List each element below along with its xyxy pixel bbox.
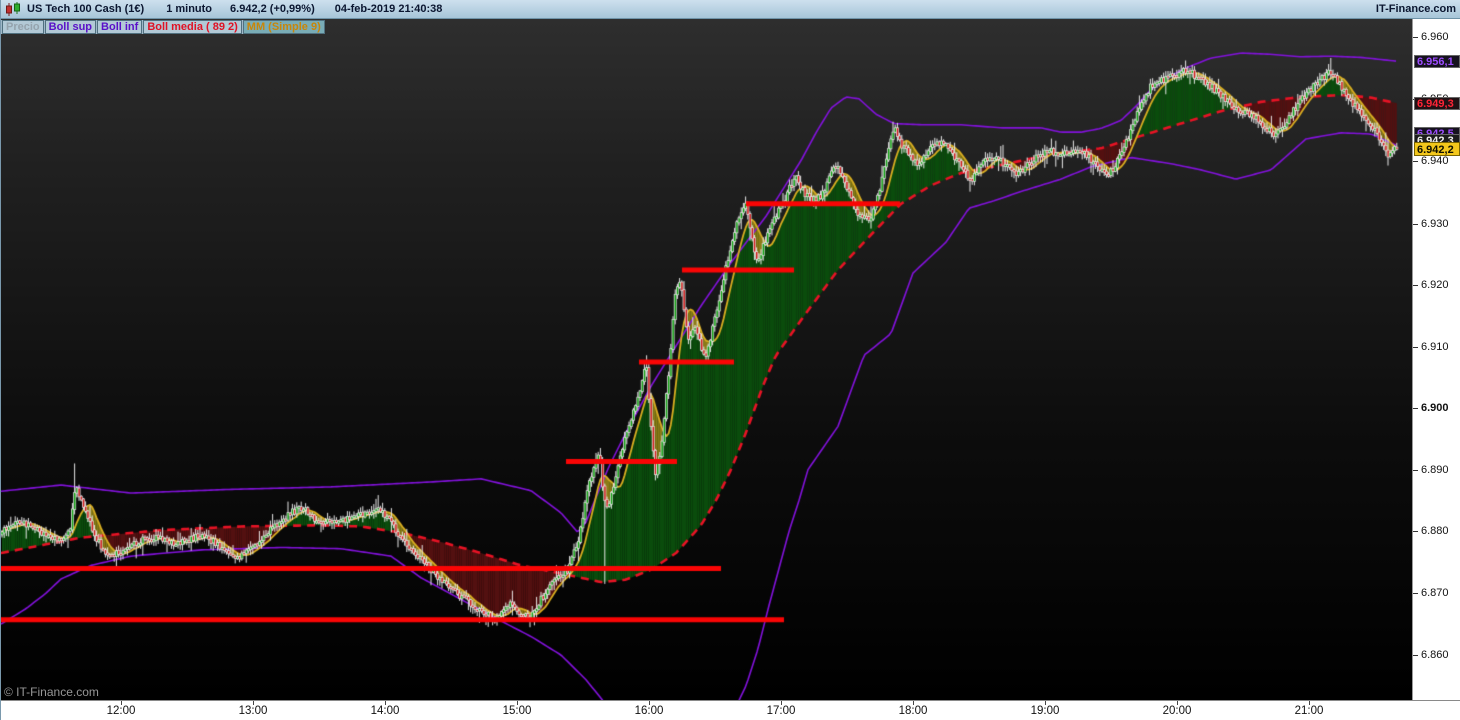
price-tick-label: 6.910 [1421,341,1449,353]
legend-item-boll[interactable]: Boll media ( 89 2) [143,20,242,34]
trading-platform-window: US Tech 100 Cash (1€) 1 minuto 6.942,2 (… [0,0,1460,720]
price-tag-boll-media: 6.949,3 [1414,97,1460,110]
timeframe-label: 1 minuto [166,3,213,15]
time-tick-label: 16:00 [634,705,664,717]
legend-item-boll[interactable]: Boll sup [44,20,97,34]
price-axis[interactable]: 6.9606.9506.9406.9306.9206.9106.9006.890… [1412,19,1460,700]
indicator-legend: Precio Boll sup Boll inf Boll media ( 89 2)… [1,20,325,34]
price-tick-label: 6.960 [1421,31,1449,43]
brand-label: IT-Finance.com [1375,3,1456,15]
time-tick-label: 14:00 [370,705,400,717]
last-update-datetime: 04-feb-2019 21:40:38 [334,3,443,15]
price-tick-mark [1413,161,1418,162]
time-tick-label: 15:00 [502,705,532,717]
price-tick-mark [1413,37,1418,38]
time-tick-label: 19:00 [1030,705,1060,717]
candlestick-icon [5,1,22,17]
time-axis[interactable]: 12:00 13:00 14:00 15:00 16:00 17:00 18:00 19:00… [1,700,1460,720]
chart-area[interactable]: Precio Boll sup Boll inf Boll media ( 89 2)… [1,19,1412,700]
price-tag-mm: 6.942,2 [1414,142,1460,156]
price-tick-label: 6.880 [1421,525,1449,537]
price-tick-mark [1413,224,1418,225]
price-tick-label: 6.860 [1421,649,1449,661]
price-tick-label: 6.920 [1421,279,1449,291]
legend-item-boll-inf[interactable]: Boll inf [97,20,143,34]
time-tick-label: 21:00 [1294,705,1324,717]
legend-item-mm[interactable]: MM (Simple 9) [242,20,325,34]
title-bar: US Tech 100 Cash (1€) 1 minuto 6.942,2 (… [1,0,1460,19]
price-tick-label: 6.900 [1421,402,1449,414]
price-tick-label: 6.930 [1421,218,1449,230]
time-tick-label: 12:00 [106,705,136,717]
price-tag-boll-sup: 6.956,1 [1414,55,1460,68]
time-tick-label: 17:00 [766,705,796,717]
price-tick-mark [1413,655,1418,656]
time-tick-label: 18:00 [898,705,928,717]
last-price-and-change: 6.942,2 (+0,99%) [230,3,315,15]
price-chart-canvas[interactable] [1,19,1412,700]
time-tick-label: 20:00 [1162,705,1192,717]
legend-item-precio[interactable]: Precio [2,20,44,34]
price-tick-mark [1413,285,1418,286]
price-tick-mark [1413,347,1418,348]
price-tick-mark [1413,531,1418,532]
time-tick-label: 13:00 [238,705,268,717]
price-tick-mark [1413,470,1418,471]
instrument-name: US Tech 100 Cash (1€) [27,3,145,15]
price-tick-label: 6.890 [1421,464,1449,476]
price-tick-mark [1413,408,1418,409]
watermark: © IT-Finance.com [4,685,99,699]
price-tick-label: 6.870 [1421,587,1449,599]
price-tick-mark [1413,593,1418,594]
